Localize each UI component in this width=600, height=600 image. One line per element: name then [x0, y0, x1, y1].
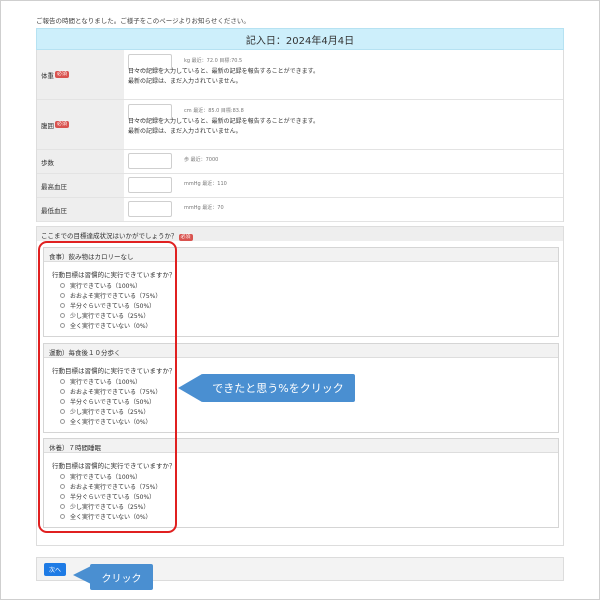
- bp-high-hint: mmHg 最近：110: [184, 181, 227, 187]
- waist-msg-2: 最新の記録は、まだ入力されていません。: [128, 128, 242, 135]
- goals-header: ここまでの目標達成状況はいかがでしょうか？ 必須: [37, 227, 563, 241]
- bp-low-field: mmHg 最近：70: [124, 198, 563, 221]
- waist-msg-1: 日々の記録を入力していると、最新の記録を報告することができます。: [128, 118, 319, 125]
- callout-arrow-icon: [73, 566, 91, 584]
- next-button[interactable]: 次へ: [44, 563, 66, 576]
- weight-msg-1: 日々の記録を入力していると、最新の記録を報告することができます。: [128, 68, 319, 75]
- bp-low-input[interactable]: [128, 201, 172, 217]
- waist-field: cm 最近：85.0 目標:83.8 日々の記録を入力していると、最新の記録を報…: [124, 100, 563, 149]
- weight-hint: kg 最近：72.0 目標:70.5: [184, 58, 243, 64]
- bp-high-field: mmHg 最近：110: [124, 174, 563, 197]
- options-highlight-frame: [38, 241, 177, 533]
- required-badge: 必須: [55, 121, 70, 128]
- bp-low-hint: mmHg 最近：70: [184, 205, 224, 211]
- steps-row: 歩数 歩 最近：7000: [37, 150, 563, 174]
- weight-msg-2: 最新の記録は、まだ入力されていません。: [128, 78, 242, 85]
- steps-hint: 歩 最近：7000: [184, 157, 219, 163]
- waist-row: 腹囲 必須 cm 最近：85.0 目標:83.8 日々の記録を入力していると、最新…: [37, 100, 563, 150]
- measurement-form: 体重 必須 kg 最近：72.0 目標:70.5 日々の記録を入力していると、最新…: [36, 50, 564, 222]
- steps-input[interactable]: [128, 153, 172, 169]
- steps-field: 歩 最近：7000: [124, 150, 563, 173]
- bp-high-input[interactable]: [128, 177, 172, 193]
- callout-select-percent: できたと思う%をクリック: [201, 374, 355, 402]
- bp-low-row: 最低血圧 mmHg 最近：70: [37, 198, 563, 222]
- weight-row: 体重 必須 kg 最近：72.0 目標:70.5 日々の記録を入力していると、最新…: [37, 50, 563, 100]
- callout-arrow-icon: [178, 374, 202, 402]
- required-badge: 必須: [178, 234, 193, 241]
- weight-label: 体重 必須: [37, 50, 124, 99]
- bp-high-label: 最高血圧: [37, 174, 124, 197]
- callout-click: クリック: [90, 564, 153, 590]
- notice-text: ご報告の時間となりました。ご様子をこのページよりお知らせください。: [36, 17, 250, 25]
- date-header: 記入日：2024年4月4日: [36, 28, 564, 50]
- waist-hint: cm 最近：85.0 目標:83.8: [184, 108, 244, 114]
- bp-low-label: 最低血圧: [37, 198, 124, 221]
- required-badge: 必須: [55, 71, 70, 78]
- weight-field: kg 最近：72.0 目標:70.5 日々の記録を入力していると、最新の記録を報…: [124, 50, 563, 99]
- waist-label: 腹囲 必須: [37, 100, 124, 149]
- bp-high-row: 最高血圧 mmHg 最近：110: [37, 174, 563, 198]
- steps-label: 歩数: [37, 150, 124, 173]
